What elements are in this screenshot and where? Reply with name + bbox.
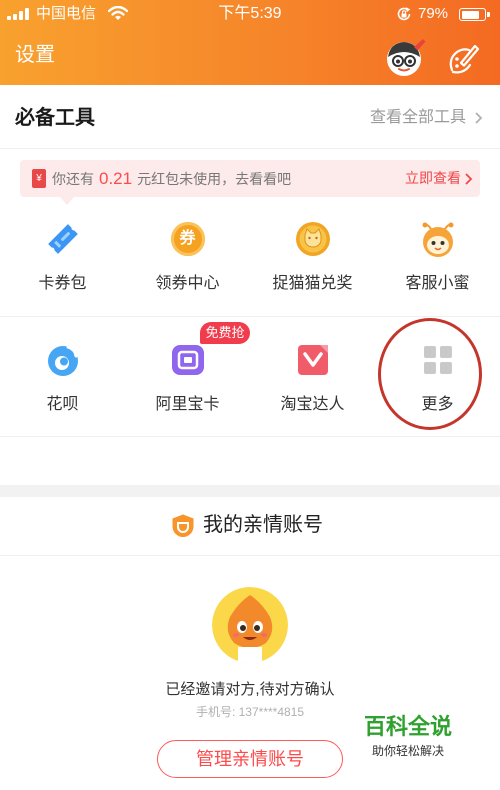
user-avatar-icon[interactable] xyxy=(384,36,426,78)
watermark-subtitle: 助你轻松解决 xyxy=(372,744,445,758)
red-packet-banner[interactable]: ¥ 你还有 0.21 元红包未使用，去看看吧 立即查看 xyxy=(20,160,480,197)
watermark-title: 百科全说 xyxy=(364,714,453,739)
tool-ali-card[interactable]: 阿里宝卡 免费抢 xyxy=(125,322,250,415)
banner-amount: 0.21 xyxy=(99,168,133,188)
banner-pointer xyxy=(60,197,74,205)
cat-coin-icon xyxy=(292,218,334,260)
highlight-circle xyxy=(378,318,482,430)
divider xyxy=(0,555,500,556)
tool-huabei[interactable]: 花呗 xyxy=(0,339,125,415)
tool-label: 卡券包 xyxy=(38,275,87,292)
settings-screen: 中国电信 下午5:39 79% 设置 必备工具 查看全部工具 ¥ 你还有 0.2… xyxy=(0,0,500,790)
tool-catch-cat[interactable]: 捉猫猫兑奖 xyxy=(250,218,375,294)
ticket-icon xyxy=(42,218,84,260)
divider xyxy=(0,316,500,317)
chevron-right-icon xyxy=(465,172,473,185)
family-section-title: 我的亲情账号 xyxy=(203,514,323,536)
bee-assistant-icon xyxy=(417,218,459,260)
tool-customer-service[interactable]: 客服小蜜 xyxy=(375,218,500,294)
family-account-icon xyxy=(172,514,194,537)
skin-brush-icon[interactable] xyxy=(443,39,481,77)
tool-label: 捉猫猫兑奖 xyxy=(272,275,353,292)
view-now-label: 立即查看 xyxy=(405,170,461,186)
tool-taobao-talent[interactable]: 淘宝达人 xyxy=(250,339,375,415)
tool-coupon-center[interactable]: 券 领券中心 xyxy=(125,218,250,294)
tool-label: 领券中心 xyxy=(155,275,220,292)
huabei-icon xyxy=(42,339,84,381)
divider xyxy=(0,436,500,437)
family-member-avatar xyxy=(212,587,288,663)
invite-status: 已经邀请对方,待对方确认 xyxy=(165,681,335,698)
page-title: 设置 xyxy=(15,44,55,66)
banner-prefix: 你还有 xyxy=(52,170,94,187)
tool-label: 客服小蜜 xyxy=(405,275,470,292)
tool-label: 花呗 xyxy=(46,396,79,413)
manage-family-account-button[interactable]: 管理亲情账号 xyxy=(157,740,343,778)
tools-row-1: 卡券包 券 领券中心 捉猫猫兑奖 客服小蜜 xyxy=(0,218,500,294)
coupon-coin-icon: 券 xyxy=(167,218,209,260)
tool-card-wallet[interactable]: 卡券包 xyxy=(0,218,125,294)
section-title-tools: 必备工具 xyxy=(15,107,95,129)
battery-icon xyxy=(459,8,486,21)
tool-label: 淘宝达人 xyxy=(280,396,345,413)
free-grab-badge: 免费抢 xyxy=(200,322,250,344)
battery-nub xyxy=(487,12,490,17)
view-all-tools-link[interactable]: 查看全部工具 xyxy=(370,108,486,128)
banner-suffix: 元红包未使用，去看看吧 xyxy=(137,170,292,187)
battery-fill xyxy=(461,10,479,19)
coupon-coin-glyph: 券 xyxy=(170,222,205,256)
view-all-label: 查看全部工具 xyxy=(369,109,466,126)
v-talent-icon xyxy=(292,339,334,381)
section-separator xyxy=(0,485,500,497)
tool-label: 阿里宝卡 xyxy=(155,396,220,413)
rotation-lock-icon xyxy=(397,7,411,21)
chevron-right-icon xyxy=(475,112,483,124)
red-envelope-icon: ¥ xyxy=(32,169,46,188)
sim-card-icon xyxy=(167,339,209,381)
divider xyxy=(0,148,500,149)
battery-percent: 79% xyxy=(418,5,449,22)
header-bar: 中国电信 下午5:39 79% 设置 xyxy=(0,0,500,85)
view-now-link[interactable]: 立即查看 xyxy=(405,169,474,188)
